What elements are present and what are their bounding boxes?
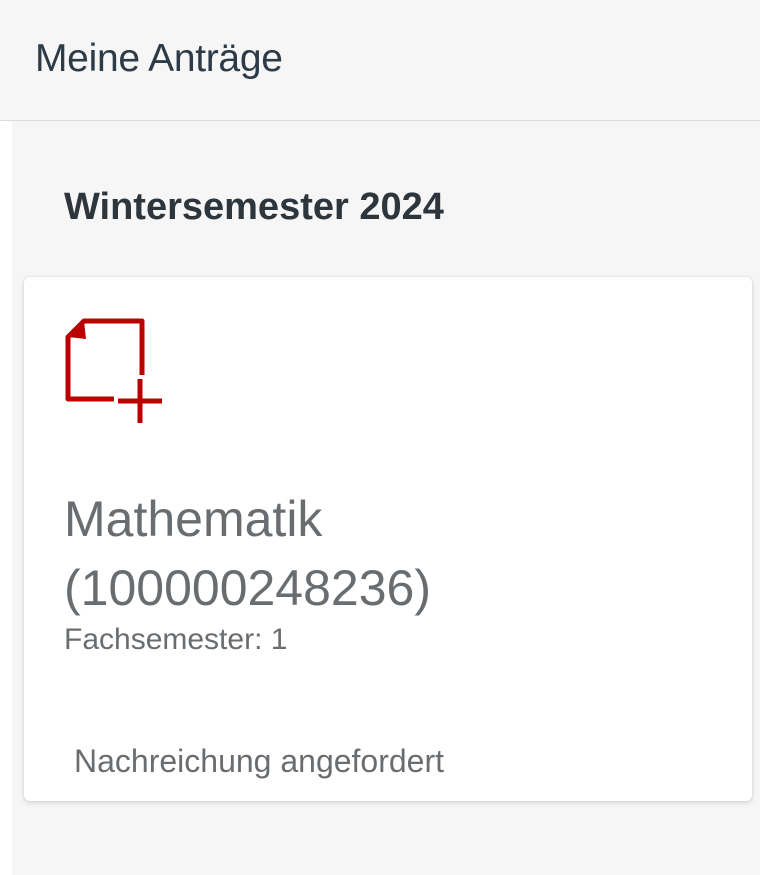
tile-status: Nachreichung angefordert [74, 743, 445, 779]
tile-subheader: Fachsemester: 1 [64, 623, 288, 656]
left-edge [0, 0, 12, 875]
tile-title: Mathematik (100000248236) [64, 485, 724, 623]
page-header: Meine Anträge [0, 0, 760, 121]
tile-title-line2: (100000248236) [64, 560, 431, 616]
document-add-icon [62, 315, 172, 427]
application-tile[interactable]: Mathematik (100000248236) Fachsemester: … [24, 277, 752, 801]
tile-title-line1: Mathematik [64, 491, 323, 547]
page-title: Meine Anträge [35, 37, 283, 80]
section-title: Wintersemester 2024 [64, 186, 444, 228]
